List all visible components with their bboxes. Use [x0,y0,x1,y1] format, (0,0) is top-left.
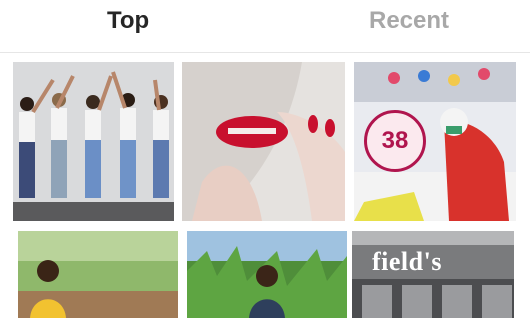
women-group-image [13,62,174,221]
tab-top[interactable]: Top [107,6,149,36]
rank-badge: 38 [364,110,426,172]
tab-recent[interactable]: Recent [369,6,449,36]
post-thumbnail-cornfield[interactable] [187,231,347,318]
red-lips-image [182,62,345,221]
post-thumbnail-women-jeans[interactable] [13,62,174,221]
store-sign: field's [372,247,442,276]
post-thumbnail-factory-worker[interactable]: 38 [354,62,516,221]
post-thumbnail-woman-yellow[interactable] [18,231,178,318]
post-thumbnail-store-facade[interactable]: field's [352,231,514,318]
search-tabs: Top Recent [0,0,530,53]
post-thumbnail-red-lips[interactable] [182,62,345,221]
cornfield-image [187,231,347,318]
woman-yellow-image [18,231,178,318]
